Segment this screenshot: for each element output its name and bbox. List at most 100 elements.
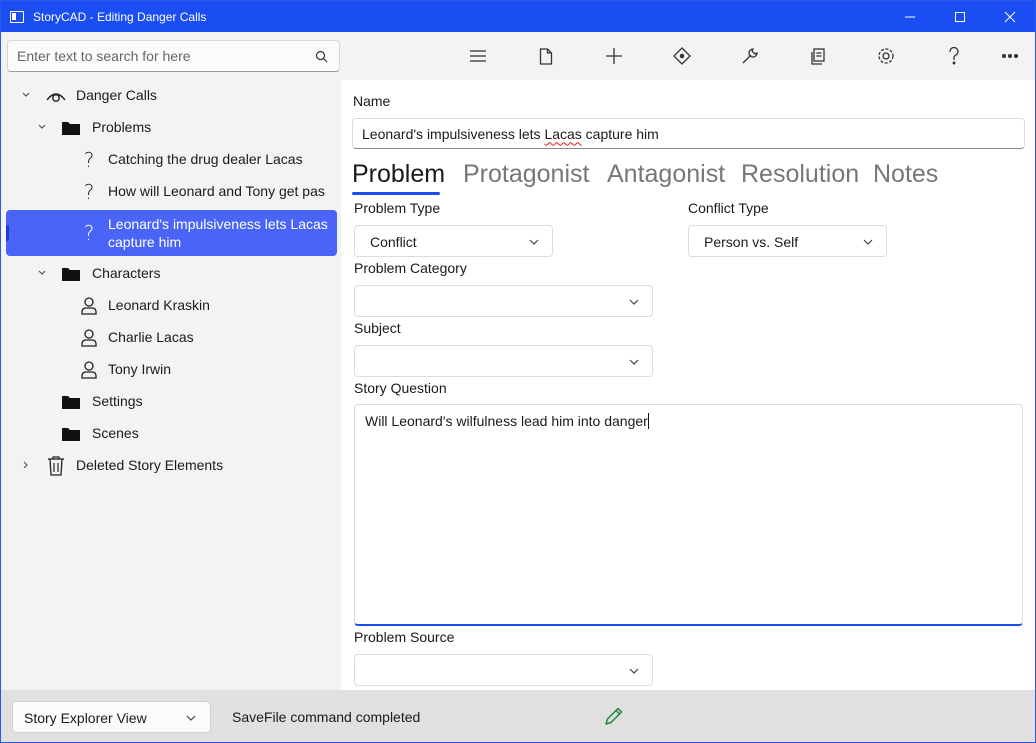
tree-node-scenes-folder[interactable]: Scenes <box>6 417 337 449</box>
tab-resolution[interactable]: Resolution <box>741 160 859 189</box>
search-box[interactable] <box>7 40 340 72</box>
toolbar <box>341 32 1035 80</box>
tree-node-character[interactable]: Charlie Lacas <box>6 321 337 353</box>
add-icon <box>606 48 622 64</box>
settings-icon <box>878 48 894 64</box>
trash-icon <box>45 455 67 477</box>
search-icon[interactable] <box>315 50 328 63</box>
story-overview-icon <box>45 85 67 107</box>
reports-icon <box>811 47 825 65</box>
subject-label: Subject <box>354 320 401 336</box>
hamburger-menu-icon <box>470 50 486 62</box>
tree-node-problem[interactable]: ? Catching the drug dealer Lacas <box>6 143 337 175</box>
subject-select[interactable] <box>354 345 653 377</box>
person-icon <box>78 327 100 349</box>
hamburger-menu-button[interactable] <box>466 44 490 68</box>
tree-node-settings-folder[interactable]: Settings <box>6 385 337 417</box>
tree-node-problems-folder[interactable]: Problems <box>6 111 337 143</box>
view-selector[interactable]: Story Explorer View <box>12 701 211 733</box>
tree-node-characters-folder[interactable]: Characters <box>6 257 337 289</box>
new-file-button[interactable] <box>534 44 558 68</box>
view-selector-value: Story Explorer View <box>24 710 147 726</box>
name-field[interactable]: Leonard's impulsiveness lets Lacas captu… <box>352 118 1025 149</box>
chevron-down-icon <box>529 239 539 245</box>
conflict-type-value: Person vs. Self <box>704 234 799 250</box>
help-icon <box>949 47 959 65</box>
problem-icon: ? <box>83 180 95 204</box>
problem-editor: Name Leonard's impulsiveness lets Lacas … <box>341 80 1035 690</box>
chevron-down-icon <box>186 715 196 721</box>
problem-category-label: Problem Category <box>354 260 467 276</box>
person-icon <box>78 295 100 317</box>
tab-antagonist[interactable]: Antagonist <box>607 160 725 189</box>
folder-icon <box>60 391 82 413</box>
chevron-down-icon <box>629 668 639 674</box>
close-button[interactable] <box>985 1 1035 32</box>
tree-label: Danger Calls <box>76 87 157 103</box>
tree-node-problem-selected[interactable]: ? Leonard's impulsiveness lets Lacas cap… <box>6 210 337 256</box>
tree-node-character[interactable]: Leonard Kraskin <box>6 289 337 321</box>
person-icon <box>78 359 100 381</box>
window-title: StoryCAD - Editing Danger Calls <box>33 9 207 24</box>
conflict-type-label: Conflict Type <box>688 200 769 216</box>
name-value-post: capture him <box>581 125 659 142</box>
settings-button[interactable] <box>874 44 898 68</box>
story-question-label: Story Question <box>354 380 447 396</box>
maximize-icon <box>955 11 965 22</box>
search-input[interactable] <box>17 48 307 64</box>
add-button[interactable] <box>602 44 626 68</box>
name-label: Name <box>353 93 391 109</box>
name-value-pre: Leonard's impulsiveness lets <box>362 125 545 142</box>
story-explorer-pane: Danger Calls Problems ? Catching the dru… <box>1 32 341 690</box>
window-controls <box>885 1 1035 32</box>
more-icon <box>1001 53 1019 59</box>
chevron-down-icon <box>629 359 639 365</box>
problem-category-select[interactable] <box>354 285 653 317</box>
chevron-right-icon[interactable] <box>20 459 32 471</box>
minimize-button[interactable] <box>885 1 935 32</box>
chevron-down-icon[interactable] <box>36 121 48 133</box>
tab-notes[interactable]: Notes <box>873 160 938 189</box>
text-caret <box>647 413 649 429</box>
folder-icon <box>60 117 82 139</box>
tools-button[interactable] <box>738 44 762 68</box>
reports-button[interactable] <box>806 44 830 68</box>
tree-label: Deleted Story Elements <box>76 457 224 473</box>
problem-type-label: Problem Type <box>354 200 441 216</box>
minimize-icon <box>905 16 915 17</box>
tree-label: Scenes <box>92 425 139 441</box>
problem-source-select[interactable] <box>354 654 653 686</box>
move-button[interactable] <box>670 44 694 68</box>
tree-node-root[interactable]: Danger Calls <box>6 79 337 111</box>
problem-type-value: Conflict <box>370 234 417 250</box>
story-question-field[interactable]: Will Leonard's wilfulness lead him into … <box>354 404 1023 626</box>
chevron-down-icon <box>863 239 873 245</box>
problem-source-label: Problem Source <box>354 629 455 645</box>
move-icon <box>673 47 691 65</box>
tree-label: Leonard Kraskin <box>108 297 210 313</box>
more-button[interactable] <box>998 44 1022 68</box>
tree-node-character[interactable]: Tony Irwin <box>6 353 337 385</box>
tree-label: Charlie Lacas <box>108 329 194 345</box>
problem-icon: ? <box>83 148 95 172</box>
tree-label: Settings <box>92 393 143 409</box>
folder-icon <box>60 423 82 445</box>
chevron-down-icon[interactable] <box>36 267 48 279</box>
tree-node-problem[interactable]: ? How will Leonard and Tony get pas <box>6 175 337 207</box>
active-tab-indicator <box>352 192 440 195</box>
problem-type-select[interactable]: Conflict <box>354 225 553 257</box>
story-question-value: Will Leonard's wilfulness lead him into … <box>365 413 648 429</box>
chevron-down-icon[interactable] <box>20 89 32 101</box>
tree-node-deleted[interactable]: Deleted Story Elements <box>6 449 337 481</box>
edit-pencil-icon[interactable] <box>603 705 625 727</box>
conflict-type-select[interactable]: Person vs. Self <box>688 225 887 257</box>
maximize-button[interactable] <box>935 1 985 32</box>
tree-label: Catching the drug dealer Lacas <box>108 151 303 167</box>
tab-protagonist[interactable]: Protagonist <box>463 160 589 189</box>
help-button[interactable] <box>942 44 966 68</box>
app-icon <box>10 10 24 23</box>
name-value-misspelled: Lacas <box>544 125 582 142</box>
tab-problem[interactable]: Problem <box>352 160 445 189</box>
new-file-icon <box>539 47 553 65</box>
problem-icon: ? <box>83 221 95 245</box>
